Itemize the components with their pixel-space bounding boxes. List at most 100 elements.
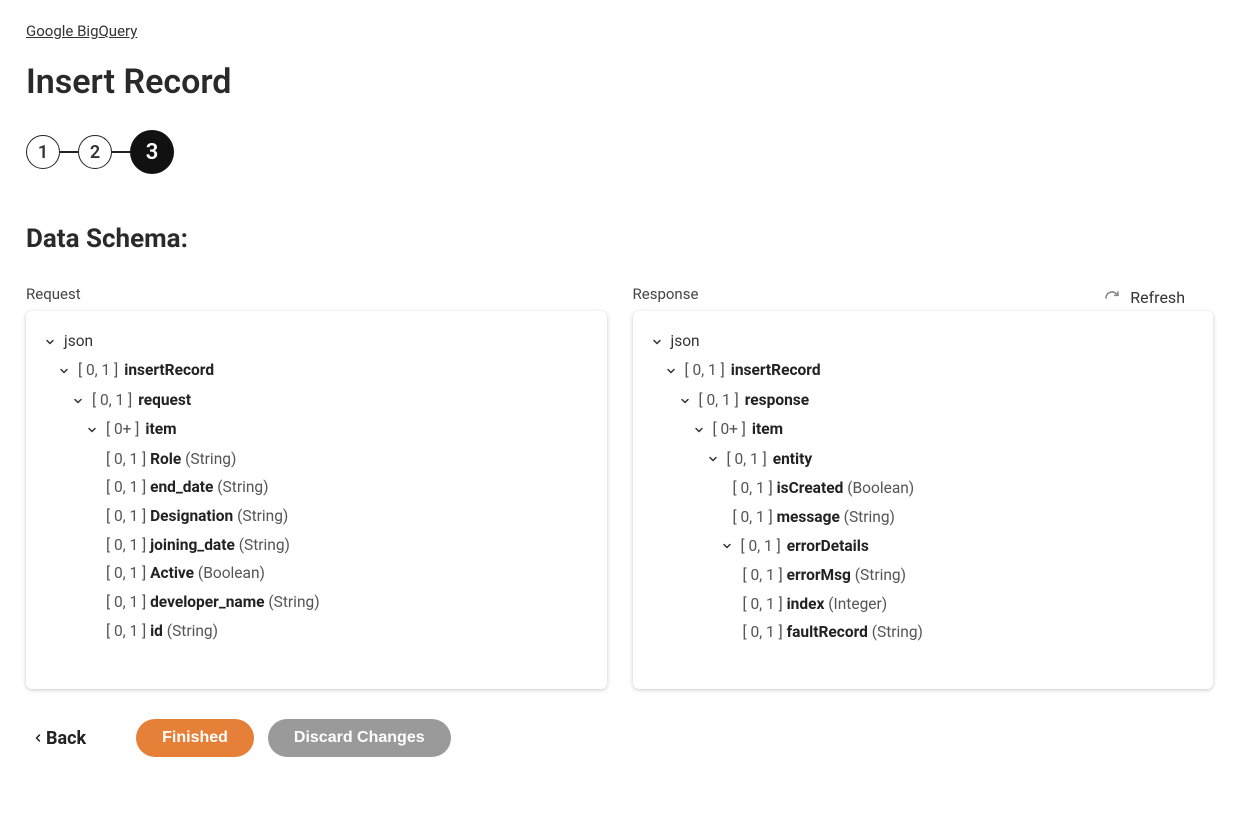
cardinality: [ 0, 1 ] [699, 386, 739, 415]
chevron-down-icon [651, 336, 665, 348]
tree-node[interactable]: [ 0, 1 ] insertRecord [651, 356, 1196, 385]
field-name: joining_date [150, 536, 239, 554]
field-type: (String) [239, 536, 290, 554]
field-name: message [777, 508, 844, 526]
field-type: (String) [268, 593, 319, 611]
field-name: index [787, 595, 829, 613]
field-type: (String) [217, 478, 268, 496]
back-button[interactable]: Back [32, 728, 86, 749]
cardinality: [ 0, 1 ] [743, 566, 787, 584]
cardinality: [ 0, 1 ] [106, 593, 150, 611]
node-name: request [138, 386, 191, 415]
cardinality: [ 0, 1 ] [106, 536, 150, 554]
field-name: Active [150, 564, 198, 582]
cardinality: [ 0, 1 ] [685, 356, 725, 385]
cardinality: [ 0, 1 ] [106, 478, 150, 496]
cardinality: [ 0, 1 ] [743, 623, 787, 641]
cardinality: [ 0+ ] [713, 415, 746, 444]
cardinality: [ 0, 1 ] [727, 445, 767, 474]
response-tree: json [ 0, 1 ] insertRecord [ 0, 1 ] resp… [651, 327, 1196, 647]
step-1[interactable]: 1 [26, 135, 60, 169]
tree-leaf[interactable]: [ 0, 1 ] message (String) [651, 503, 1196, 532]
tree-leaf[interactable]: [ 0, 1 ] joining_date (String) [44, 531, 589, 560]
tree-node[interactable]: [ 0, 1 ] response [651, 386, 1196, 415]
field-type: (Integer) [828, 595, 887, 613]
field-type: (String) [237, 507, 288, 525]
tree-leaf[interactable]: [ 0, 1 ] developer_name (String) [44, 588, 589, 617]
tree-leaf[interactable]: [ 0, 1 ] faultRecord (String) [651, 618, 1196, 647]
finished-button[interactable]: Finished [136, 719, 254, 757]
field-name: Designation [150, 507, 237, 525]
chevron-down-icon [44, 336, 58, 348]
cardinality: [ 0, 1 ] [743, 595, 787, 613]
tree-leaf[interactable]: [ 0, 1 ] isCreated (Boolean) [651, 474, 1196, 503]
step-3[interactable]: 3 [130, 130, 174, 174]
field-name: errorMsg [787, 566, 855, 584]
step-connector [60, 151, 78, 153]
chevron-down-icon [693, 424, 707, 436]
chevron-down-icon [707, 453, 721, 465]
stepper: 1 2 3 [26, 130, 1213, 174]
node-name: response [745, 386, 809, 415]
tree-node[interactable]: [ 0+ ] item [651, 415, 1196, 444]
field-name: Role [150, 450, 185, 468]
field-type: (String) [185, 450, 236, 468]
tree-leaf[interactable]: [ 0, 1 ] index (Integer) [651, 590, 1196, 619]
tree-node[interactable]: json [651, 327, 1196, 356]
tree-node[interactable]: [ 0, 1 ] request [44, 386, 589, 415]
field-type: (String) [855, 566, 906, 584]
tree-leaf[interactable]: [ 0, 1 ] id (String) [44, 617, 589, 646]
back-label: Back [46, 728, 86, 749]
discard-button[interactable]: Discard Changes [268, 719, 451, 757]
request-col-title: Request [26, 285, 607, 303]
cardinality: [ 0, 1 ] [106, 622, 150, 640]
cardinality: [ 0, 1 ] [741, 532, 781, 561]
chevron-down-icon [86, 424, 100, 436]
node-name: entity [773, 445, 812, 474]
field-name: end_date [150, 478, 217, 496]
chevron-down-icon [721, 540, 735, 552]
cardinality: [ 0, 1 ] [106, 507, 150, 525]
field-type: (Boolean) [847, 479, 914, 497]
cardinality: [ 0, 1 ] [106, 564, 150, 582]
field-type: (Boolean) [198, 564, 265, 582]
field-name: id [150, 622, 167, 640]
chevron-down-icon [72, 395, 86, 407]
tree-node[interactable]: [ 0, 1 ] insertRecord [44, 356, 589, 385]
node-label: json [64, 327, 93, 356]
cardinality: [ 0+ ] [106, 415, 139, 444]
chevron-left-icon [32, 731, 44, 745]
step-2[interactable]: 2 [78, 135, 112, 169]
tree-leaf[interactable]: [ 0, 1 ] end_date (String) [44, 473, 589, 502]
field-name: faultRecord [787, 623, 872, 641]
tree-node[interactable]: [ 0, 1 ] errorDetails [651, 532, 1196, 561]
field-name: isCreated [777, 479, 848, 497]
tree-leaf[interactable]: [ 0, 1 ] Designation (String) [44, 502, 589, 531]
field-type: (String) [844, 508, 895, 526]
node-name: item [752, 415, 783, 444]
tree-leaf[interactable]: [ 0, 1 ] Active (Boolean) [44, 559, 589, 588]
request-tree: json [ 0, 1 ] insertRecord [ 0, 1 ] requ… [44, 327, 589, 645]
tree-leaf[interactable]: [ 0, 1 ] Role (String) [44, 445, 589, 474]
tree-node[interactable]: json [44, 327, 589, 356]
request-panel: json [ 0, 1 ] insertRecord [ 0, 1 ] requ… [26, 311, 607, 689]
cardinality: [ 0, 1 ] [733, 479, 777, 497]
tree-node[interactable]: [ 0, 1 ] entity [651, 445, 1196, 474]
field-type: (String) [167, 622, 218, 640]
cardinality: [ 0, 1 ] [733, 508, 777, 526]
field-type: (String) [872, 623, 923, 641]
breadcrumb[interactable]: Google BigQuery [26, 22, 137, 40]
response-panel: json [ 0, 1 ] insertRecord [ 0, 1 ] resp… [633, 311, 1214, 689]
page-title: Insert Record [26, 62, 1213, 102]
node-name: errorDetails [787, 532, 869, 561]
cardinality: [ 0, 1 ] [106, 450, 150, 468]
step-connector [112, 151, 130, 153]
chevron-down-icon [58, 365, 72, 377]
response-col-title: Response [633, 285, 1214, 303]
tree-leaf[interactable]: [ 0, 1 ] errorMsg (String) [651, 561, 1196, 590]
cardinality: [ 0, 1 ] [78, 356, 118, 385]
node-name: item [145, 415, 176, 444]
section-title: Data Schema: [26, 224, 1213, 254]
tree-node[interactable]: [ 0+ ] item [44, 415, 589, 444]
chevron-down-icon [665, 365, 679, 377]
